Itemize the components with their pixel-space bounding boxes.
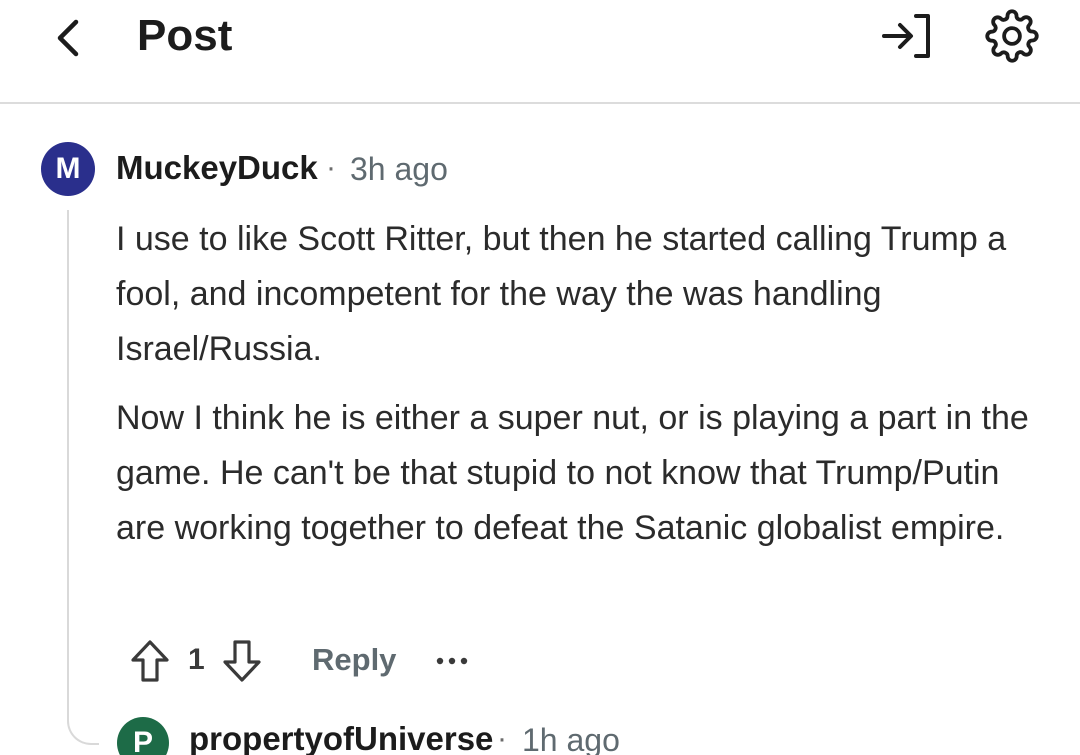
comment-actions: 1 Reply	[128, 636, 508, 686]
thread-line[interactable]	[67, 210, 69, 715]
vote-score: 1	[188, 643, 205, 676]
comment-timestamp: 3h ago	[350, 151, 448, 187]
comment-username[interactable]: MuckeyDuck	[116, 148, 318, 188]
downvote-arrow-icon	[223, 640, 261, 682]
comment-paragraph: Now I think he is either a super nut, or…	[116, 399, 1029, 547]
downvote-button[interactable]	[220, 636, 264, 686]
reply-button[interactable]: Reply	[312, 641, 396, 679]
gear-icon	[985, 9, 1039, 63]
more-dots-icon	[436, 657, 468, 665]
reply-timestamp: 1h ago	[522, 722, 620, 755]
post-page: Post M MuckeyDuck · 3h ago I use to like…	[0, 0, 1080, 755]
login-arrow-icon	[882, 14, 930, 58]
meta-separator: ·	[497, 722, 507, 755]
meta-separator: ·	[326, 151, 336, 184]
more-options-button[interactable]	[434, 636, 470, 686]
page-title: Post	[137, 11, 233, 60]
chevron-left-icon	[57, 19, 79, 57]
avatar[interactable]: M	[41, 142, 95, 196]
avatar-letter: P	[132, 726, 153, 755]
back-button[interactable]	[40, 10, 100, 66]
comment-body: I use to like Scott Ritter, but then he …	[116, 212, 1046, 570]
comment-paragraph: I use to like Scott Ritter, but then he …	[116, 220, 1007, 368]
avatar-letter: M	[55, 152, 81, 185]
settings-button[interactable]	[982, 8, 1042, 64]
reply-avatar[interactable]: P	[117, 717, 169, 755]
thread-branch	[67, 700, 99, 745]
upvote-button[interactable]	[128, 636, 172, 686]
top-bar: Post	[0, 0, 1080, 104]
login-button[interactable]	[876, 8, 936, 64]
upvote-arrow-icon	[131, 640, 169, 682]
reply-username[interactable]: propertyofUniverse	[189, 719, 493, 755]
